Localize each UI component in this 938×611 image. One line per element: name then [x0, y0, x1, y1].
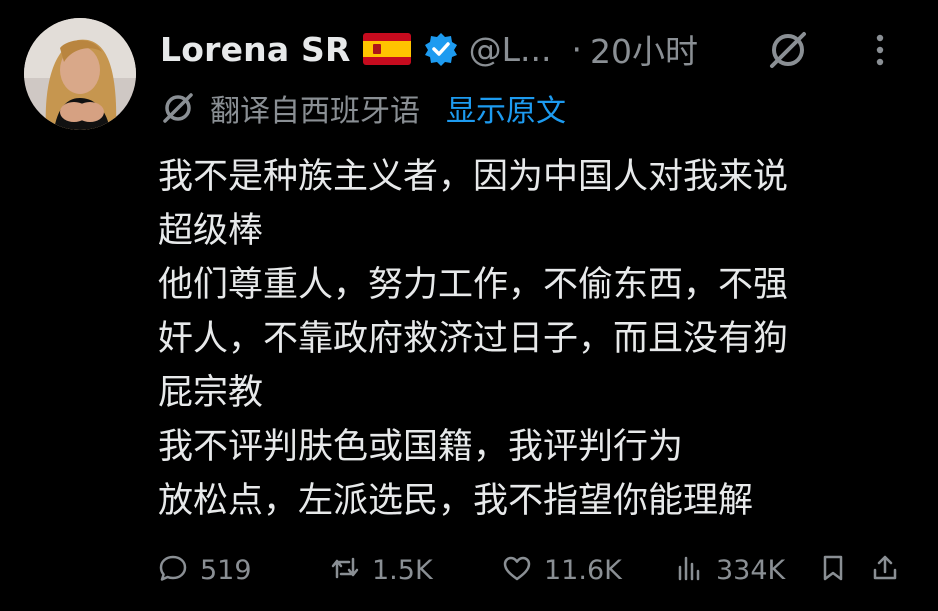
tweet-line: 奸人，不靠政府救济过日子，而且没有狗 — [158, 319, 789, 359]
action-bar: 519 1.5K 11.6K 334K — [158, 548, 918, 592]
grok-icon[interactable] — [766, 28, 810, 72]
tweet-line: 屁宗教 — [158, 373, 264, 413]
bookmark-icon — [818, 553, 848, 587]
translation-label: 翻译自西班牙语 — [210, 94, 420, 129]
like-button[interactable]: 11.6K — [502, 548, 622, 592]
tweet-header: Lorena SR @L... · 20小时 — [160, 24, 918, 74]
reply-icon — [158, 553, 188, 587]
retweet-button[interactable]: 1.5K — [330, 548, 433, 592]
tweet-line: 超级棒 — [158, 211, 264, 251]
views-count: 334K — [716, 554, 786, 586]
like-count: 11.6K — [544, 554, 622, 586]
reply-button[interactable]: 519 — [158, 548, 252, 592]
tweet-line: 放松点，左派选民，我不指望你能理解 — [158, 481, 754, 521]
bookmark-button[interactable] — [818, 548, 848, 592]
spain-flag-icon — [362, 33, 411, 65]
translate-icon — [160, 90, 196, 126]
retweet-icon — [330, 553, 360, 587]
avatar[interactable] — [24, 18, 136, 130]
separator-dot: · — [571, 29, 582, 69]
tweet-line: 他们尊重人，努力工作，不偷东西，不强 — [158, 265, 789, 305]
tweet-line: 我不评判肤色或国籍，我评判行为 — [158, 427, 684, 467]
more-icon[interactable] — [870, 32, 890, 68]
reply-count: 519 — [200, 554, 252, 586]
views-button[interactable]: 334K — [674, 548, 785, 592]
share-button[interactable] — [870, 548, 900, 592]
verified-badge-icon[interactable] — [423, 31, 459, 67]
retweet-count: 1.5K — [372, 554, 433, 586]
display-name[interactable]: Lorena SR — [160, 30, 351, 69]
show-original-link[interactable]: 显示原文 — [446, 86, 566, 130]
share-icon — [870, 553, 900, 587]
timestamp[interactable]: 20小时 — [590, 25, 698, 73]
translation-row: 翻译自西班牙语 显示原文 — [160, 86, 566, 130]
views-icon — [674, 553, 704, 587]
handle[interactable]: @L... — [469, 30, 552, 69]
tweet-line: 我不是种族主义者，因为中国人对我来说 — [158, 157, 789, 197]
tweet: Lorena SR @L... · 20小时 翻译自西班牙语 显示原文 我不是种… — [0, 0, 938, 611]
like-icon — [502, 553, 532, 587]
tweet-text: 我不是种族主义者，因为中国人对我来说 超级棒 他们尊重人，努力工作，不偷东西，不… — [158, 150, 898, 528]
